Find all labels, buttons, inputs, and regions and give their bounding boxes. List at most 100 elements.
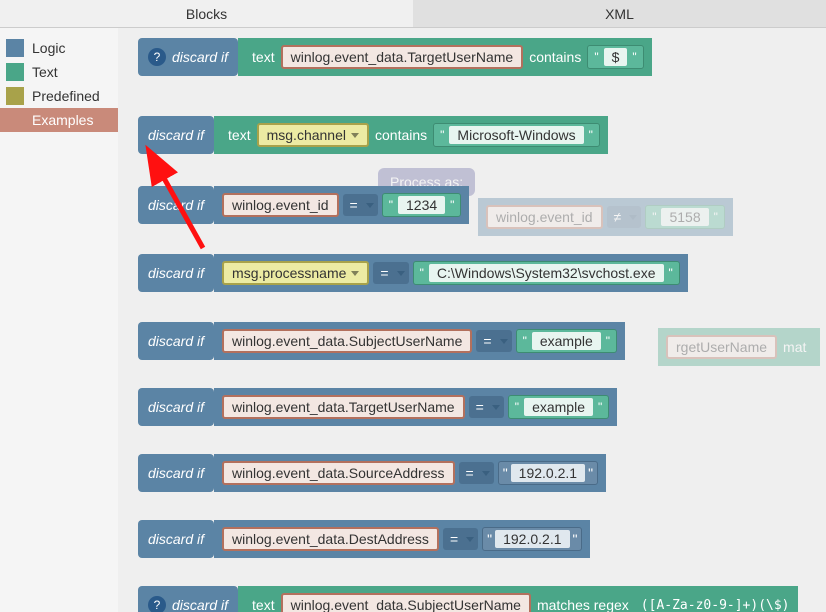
help-icon[interactable]: ? bbox=[148, 596, 166, 612]
quote-icon: " bbox=[667, 266, 675, 280]
block-body[interactable]: textmsg.channelcontains"Microsoft-Window… bbox=[214, 116, 608, 154]
block-body[interactable]: winlog.event_id = "1234" bbox=[214, 186, 469, 224]
dropdown-icon[interactable] bbox=[351, 133, 359, 138]
field-name: winlog.event_data.DestAddress bbox=[232, 531, 429, 547]
block-row-8[interactable]: ?discard iftextwinlog.event_data.Subject… bbox=[138, 586, 798, 612]
operator-dropdown[interactable]: = bbox=[469, 396, 504, 418]
quote-icon: " bbox=[596, 400, 604, 414]
operator-dropdown[interactable]: = bbox=[373, 262, 408, 284]
discard-if-label: discard if bbox=[148, 531, 204, 547]
field-name: winlog.event_data.TargetUserName bbox=[232, 399, 455, 415]
quote-icon: " bbox=[604, 334, 612, 348]
quote-icon: " bbox=[438, 128, 446, 142]
category-examples[interactable]: Examples bbox=[0, 108, 118, 132]
regex-pattern[interactable]: ([A-Za-z0-9-]+)(\$) bbox=[635, 598, 790, 612]
discard-if-head[interactable]: ?discard if bbox=[138, 38, 238, 76]
discard-if-head[interactable]: discard if bbox=[138, 254, 214, 292]
operator-symbol: = bbox=[377, 265, 391, 281]
dropdown-icon[interactable] bbox=[500, 339, 508, 344]
discard-if-head[interactable]: discard if bbox=[138, 454, 214, 492]
help-icon[interactable]: ? bbox=[148, 48, 166, 66]
value-input[interactable]: "192.0.2.1" bbox=[498, 461, 598, 485]
value-input[interactable]: "$" bbox=[587, 45, 643, 69]
category-predefined[interactable]: Predefined bbox=[0, 84, 118, 108]
discard-if-head[interactable]: discard if bbox=[138, 116, 214, 154]
block-row-3[interactable]: discard if msg.processname = "C:\Windows\Sy… bbox=[138, 254, 688, 292]
field-selector[interactable]: winlog.event_data.SourceAddress bbox=[222, 461, 454, 485]
value-text[interactable]: C:\Windows\System32\svchost.exe bbox=[429, 264, 664, 282]
field-selector[interactable]: winlog.event_data.DestAddress bbox=[222, 527, 439, 551]
block-row-1[interactable]: discard if textmsg.channelcontains"Micros… bbox=[138, 116, 608, 154]
value-input[interactable]: "1234" bbox=[382, 193, 462, 217]
block-body[interactable]: textwinlog.event_data.TargetUserNamecont… bbox=[238, 38, 652, 76]
block-body[interactable]: winlog.event_data.DestAddress="192.0.2.1… bbox=[214, 520, 590, 558]
category-examples-label: Examples bbox=[32, 112, 93, 128]
discard-if-head[interactable]: ?discard if bbox=[138, 586, 238, 612]
block-row-4[interactable]: discard if winlog.event_data.SubjectUserN… bbox=[138, 322, 625, 360]
discard-if-label: discard if bbox=[148, 197, 204, 213]
field-name: winlog.event_data.TargetUserName bbox=[291, 49, 514, 65]
discard-if-head[interactable]: discard if bbox=[138, 322, 214, 360]
dropdown-icon[interactable] bbox=[492, 405, 500, 410]
operator-dropdown[interactable]: = bbox=[343, 194, 378, 216]
quote-icon: " bbox=[587, 128, 595, 142]
discard-if-head[interactable]: discard if bbox=[138, 388, 214, 426]
value-input[interactable]: "example" bbox=[508, 395, 609, 419]
dropdown-icon[interactable] bbox=[351, 271, 359, 276]
operator-symbol: = bbox=[347, 197, 361, 213]
value-text[interactable]: example bbox=[524, 398, 593, 416]
block-row-5[interactable]: discard ifwinlog.event_data.TargetUserNa… bbox=[138, 388, 617, 426]
blockly-canvas[interactable]: Process as: winlog.event_id ≠ "5158" rge… bbox=[118, 28, 826, 612]
tab-blocks[interactable]: Blocks bbox=[0, 0, 413, 27]
block-body[interactable]: msg.processname = "C:\Windows\System32\svc… bbox=[214, 254, 688, 292]
discard-if-head[interactable]: discard if bbox=[138, 186, 214, 224]
field-selector[interactable]: msg.channel bbox=[257, 123, 369, 147]
category-text-label: Text bbox=[32, 64, 58, 80]
quote-icon: " bbox=[573, 531, 578, 547]
dropdown-icon[interactable] bbox=[466, 537, 474, 542]
block-row-0[interactable]: ?discard iftextwinlog.event_data.TargetU… bbox=[138, 38, 652, 76]
field-name: msg.processname bbox=[232, 265, 346, 281]
operator-dropdown[interactable]: = bbox=[459, 462, 494, 484]
value-text[interactable]: 192.0.2.1 bbox=[511, 464, 585, 482]
operator-dropdown[interactable]: = bbox=[443, 528, 478, 550]
quote-icon: " bbox=[448, 198, 456, 212]
field-selector[interactable]: winlog.event_data.SubjectUserName bbox=[281, 593, 531, 612]
value-input[interactable]: "C:\Windows\System32\svchost.exe" bbox=[413, 261, 680, 285]
block-row-2[interactable]: discard if winlog.event_id = "1234" bbox=[138, 186, 469, 224]
value-input[interactable]: "Microsoft-Windows" bbox=[433, 123, 600, 147]
field-name: winlog.event_data.SourceAddress bbox=[232, 465, 444, 481]
field-selector[interactable]: winlog.event_data.SubjectUserName bbox=[222, 329, 472, 353]
block-body[interactable]: textwinlog.event_data.SubjectUserNamemat… bbox=[238, 586, 797, 612]
tab-xml-label: XML bbox=[605, 6, 634, 22]
block-row-6[interactable]: discard if winlog.event_data.SourceAddres… bbox=[138, 454, 606, 492]
field-selector[interactable]: winlog.event_data.TargetUserName bbox=[281, 45, 524, 69]
value-input[interactable]: "example" bbox=[516, 329, 617, 353]
category-text[interactable]: Text bbox=[0, 60, 118, 84]
field-selector[interactable]: msg.processname bbox=[222, 261, 369, 285]
dropdown-icon[interactable] bbox=[366, 203, 374, 208]
category-logic[interactable]: Logic bbox=[0, 36, 118, 60]
discard-if-label: discard if bbox=[148, 465, 204, 481]
value-text[interactable]: 192.0.2.1 bbox=[495, 530, 569, 548]
dropdown-icon[interactable] bbox=[482, 471, 490, 476]
discard-if-label: discard if bbox=[148, 127, 204, 143]
operator-symbol: = bbox=[473, 399, 487, 415]
field-selector[interactable]: winlog.event_id bbox=[222, 193, 339, 217]
block-row-7[interactable]: discard if winlog.event_data.DestAddress =… bbox=[138, 520, 590, 558]
discard-if-head[interactable]: discard if bbox=[138, 520, 214, 558]
value-text[interactable]: $ bbox=[604, 48, 628, 66]
value-text[interactable]: 1234 bbox=[398, 196, 445, 214]
block-body[interactable]: winlog.event_data.SubjectUserName="examp… bbox=[214, 322, 625, 360]
value-text[interactable]: example bbox=[532, 332, 601, 350]
value-input[interactable]: "192.0.2.1" bbox=[482, 527, 582, 551]
block-body[interactable]: winlog.event_data.SourceAddress ="192.0.2… bbox=[214, 454, 606, 492]
block-body[interactable]: winlog.event_data.TargetUserName = "exampl… bbox=[214, 388, 617, 426]
quote-icon: " bbox=[487, 531, 492, 547]
tab-xml[interactable]: XML bbox=[413, 0, 826, 27]
dropdown-icon[interactable] bbox=[397, 271, 405, 276]
workspace: Logic Text Predefined Examples Process a… bbox=[0, 28, 826, 612]
field-selector[interactable]: winlog.event_data.TargetUserName bbox=[222, 395, 465, 419]
value-text[interactable]: Microsoft-Windows bbox=[449, 126, 583, 144]
operator-dropdown[interactable]: = bbox=[476, 330, 511, 352]
